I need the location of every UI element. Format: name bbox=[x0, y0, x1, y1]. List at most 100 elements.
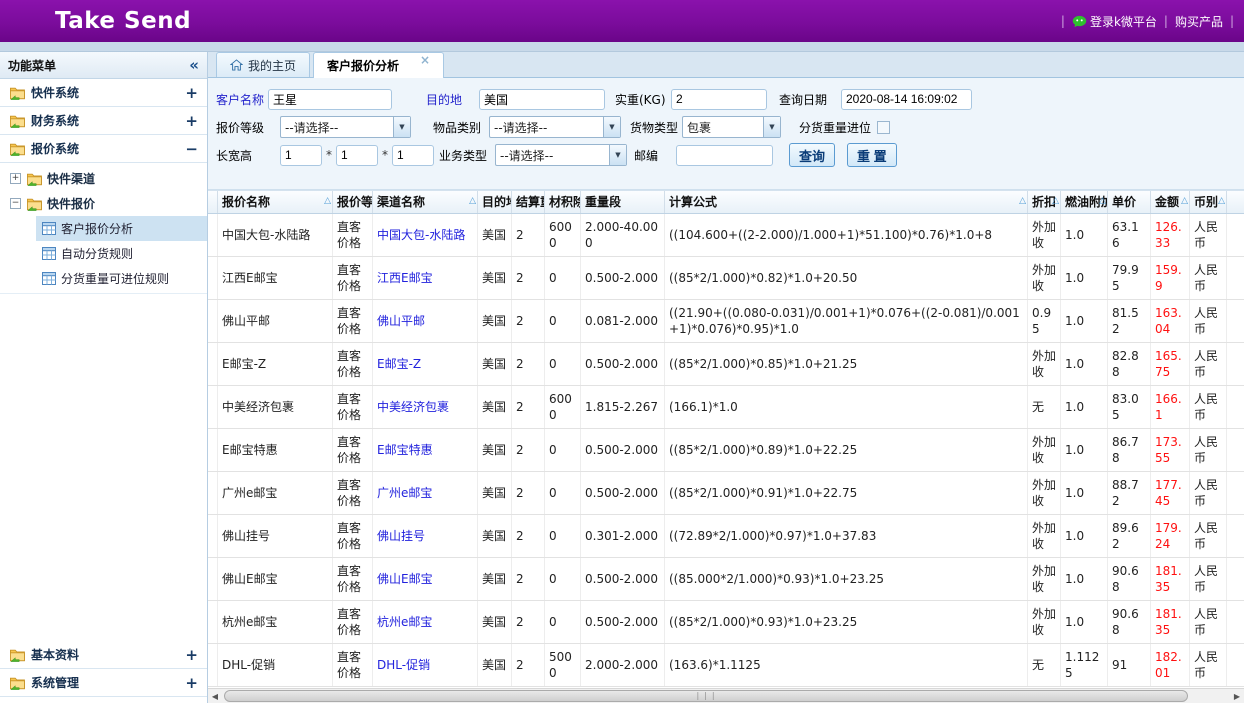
column-header-fuel-surcharge[interactable]: 燃油附加△ bbox=[1061, 191, 1108, 213]
table-row[interactable]: 佛山E邮宝直客价格佛山E邮宝美国200.500-2.000((85.000*2/… bbox=[208, 558, 1244, 601]
cell-channel-name[interactable]: 杭州e邮宝 bbox=[373, 601, 478, 643]
tree-toggle-icon[interactable]: − bbox=[10, 198, 21, 209]
cell-weight-range: 0.500-2.000 bbox=[581, 558, 665, 600]
sidebar-item-express-quote[interactable]: −快件报价 bbox=[0, 191, 207, 216]
cell-channel-name[interactable]: DHL-促销 bbox=[373, 644, 478, 686]
table-row[interactable]: 杭州e邮宝直客价格杭州e邮宝美国200.500-2.000((85*2/1.00… bbox=[208, 601, 1244, 644]
sidebar-section-finance-system[interactable]: 财务系统+ bbox=[0, 107, 207, 135]
sort-arrow-icon[interactable]: △ bbox=[1181, 191, 1188, 213]
cell-channel-name[interactable]: 佛山E邮宝 bbox=[373, 558, 478, 600]
table-row[interactable]: 江西E邮宝直客价格江西E邮宝美国200.500-2.000((85*2/1.00… bbox=[208, 257, 1244, 300]
table-row[interactable]: 佛山挂号直客价格佛山挂号美国200.301-2.000((72.89*2/1.0… bbox=[208, 515, 1244, 558]
chevron-down-icon[interactable]: ▼ bbox=[393, 117, 410, 137]
column-header-unit-price[interactable]: 单价 bbox=[1108, 191, 1151, 213]
actual-weight-input[interactable] bbox=[671, 89, 767, 110]
sidebar-section-express-system[interactable]: 快件系统+ bbox=[0, 79, 207, 107]
column-header-volume-divisor[interactable]: 材积除 bbox=[545, 191, 581, 213]
zip-input[interactable] bbox=[676, 145, 773, 166]
cell-weight-range: 0.500-2.000 bbox=[581, 257, 665, 299]
collapse-sidebar-icon[interactable]: « bbox=[189, 56, 199, 74]
height-input[interactable] bbox=[392, 145, 434, 166]
table-row[interactable]: 中国大包-水陆路直客价格中国大包-水陆路美国260002.000-40.000(… bbox=[208, 214, 1244, 257]
column-header-currency[interactable]: 币别△ bbox=[1190, 191, 1227, 213]
sidebar-item-auto-allocation-rule[interactable]: 自动分货规则 bbox=[36, 241, 207, 266]
chevron-down-icon[interactable]: ▼ bbox=[603, 117, 620, 137]
column-header-discount[interactable]: 折扣△ bbox=[1028, 191, 1061, 213]
column-header-channel-name[interactable]: 渠道名称△ bbox=[373, 191, 478, 213]
column-header-amount[interactable]: 金额△ bbox=[1151, 191, 1190, 213]
sort-arrow-icon[interactable]: △ bbox=[1019, 191, 1026, 213]
sort-arrow-icon[interactable]: △ bbox=[1099, 191, 1106, 213]
reset-button[interactable]: 重 置 bbox=[847, 143, 897, 167]
cargo-type-select[interactable]: 包裹 ▼ bbox=[682, 116, 781, 138]
topbar-link[interactable]: 购买产品 bbox=[1175, 13, 1223, 30]
sort-arrow-icon[interactable]: △ bbox=[469, 191, 476, 213]
sidebar-section-quote-system[interactable]: 报价系统− bbox=[0, 135, 207, 163]
table-row[interactable]: E邮宝-Z直客价格E邮宝-Z美国200.500-2.000((85*2/1.00… bbox=[208, 343, 1244, 386]
cell-destination: 美国 bbox=[478, 214, 512, 256]
sort-arrow-icon[interactable]: △ bbox=[1052, 191, 1059, 213]
expand-toggle-icon[interactable]: + bbox=[185, 646, 198, 664]
column-header-destination[interactable]: 目的地 bbox=[478, 191, 512, 213]
scroll-left-arrow[interactable]: ◀ bbox=[208, 690, 222, 703]
weight-carry-checkbox[interactable] bbox=[877, 121, 890, 134]
destination-input[interactable] bbox=[479, 89, 605, 110]
item-category-select[interactable]: --请选择-- ▼ bbox=[489, 116, 621, 138]
sidebar-item-customer-quote-analysis[interactable]: 客户报价分析 bbox=[36, 216, 207, 241]
expand-toggle-icon[interactable]: + bbox=[185, 84, 198, 102]
customer-name-input[interactable] bbox=[268, 89, 392, 110]
sort-arrow-icon[interactable]: △ bbox=[324, 191, 331, 213]
business-type-select[interactable]: --请选择-- ▼ bbox=[495, 144, 627, 166]
column-header-weight-range[interactable]: 重量段 bbox=[581, 191, 665, 213]
cell-channel-name[interactable]: 中国大包-水陆路 bbox=[373, 214, 478, 256]
cell-quote-name: 佛山挂号 bbox=[218, 515, 333, 557]
query-date-input[interactable] bbox=[841, 89, 972, 110]
sidebar-section-partial-item[interactable]: 客户系统+ bbox=[0, 697, 207, 703]
table-row[interactable]: 中美经济包裹直客价格中美经济包裹美国260001.815-2.267(166.1… bbox=[208, 386, 1244, 429]
chevron-down-icon[interactable]: ▼ bbox=[609, 145, 626, 165]
column-header-formula[interactable]: 计算公式△ bbox=[665, 191, 1028, 213]
topbar-link[interactable]: 登录k微平台 bbox=[1072, 13, 1157, 30]
cell-unit-price: 63.16 bbox=[1108, 214, 1151, 256]
cell-channel-name[interactable]: E邮宝特惠 bbox=[373, 429, 478, 471]
tree-toggle-icon[interactable]: + bbox=[10, 173, 21, 184]
close-icon[interactable]: × bbox=[420, 53, 430, 67]
cell-channel-name[interactable]: 广州e邮宝 bbox=[373, 472, 478, 514]
cell-channel-name[interactable]: E邮宝-Z bbox=[373, 343, 478, 385]
cell-channel-name[interactable]: 佛山平邮 bbox=[373, 300, 478, 342]
cell-quote-grade: 直客价格 bbox=[333, 558, 373, 600]
scrollbar-thumb[interactable]: ❘❘❘ bbox=[224, 690, 1188, 702]
width-input[interactable] bbox=[336, 145, 378, 166]
quote-grade-select[interactable]: --请选择-- ▼ bbox=[280, 116, 411, 138]
quote-table: 报价名称△报价等级渠道名称△目的地结算重量材积除重量段计算公式△折扣△燃油附加△… bbox=[208, 190, 1244, 703]
table-row[interactable]: 广州e邮宝直客价格广州e邮宝美国200.500-2.000((85*2/1.00… bbox=[208, 472, 1244, 515]
table-row[interactable]: 佛山平邮直客价格佛山平邮美国200.081-2.000((21.90+((0.0… bbox=[208, 300, 1244, 343]
expand-toggle-icon[interactable]: + bbox=[185, 674, 198, 692]
length-input[interactable] bbox=[280, 145, 322, 166]
sidebar-section-basic-data[interactable]: 基本资料+ bbox=[0, 641, 207, 669]
sidebar-item-express-channel[interactable]: +快件渠道 bbox=[0, 166, 207, 191]
topbar-divider bbox=[0, 42, 1244, 52]
chevron-down-icon[interactable]: ▼ bbox=[763, 117, 780, 137]
sidebar-section-system-management[interactable]: 系统管理+ bbox=[0, 669, 207, 697]
sidebar-title: 功能菜单 bbox=[8, 57, 56, 74]
horizontal-scrollbar[interactable]: ◀ ❘❘❘ ▶ bbox=[208, 688, 1244, 703]
tab-customer-quote-analysis[interactable]: 客户报价分析× bbox=[313, 52, 444, 78]
cell-channel-name[interactable]: 江西E邮宝 bbox=[373, 257, 478, 299]
search-button[interactable]: 查询 bbox=[789, 143, 835, 167]
column-header-quote-name[interactable]: 报价名称△ bbox=[218, 191, 333, 213]
sort-arrow-icon[interactable]: △ bbox=[1218, 191, 1225, 213]
sidebar-item-allocation-weight-carry-rule[interactable]: 分货重量可进位规则 bbox=[36, 266, 207, 291]
expand-toggle-icon[interactable]: + bbox=[185, 112, 198, 130]
column-header-quote-grade[interactable]: 报价等级 bbox=[333, 191, 373, 213]
table-row[interactable]: E邮宝特惠直客价格E邮宝特惠美国200.500-2.000((85*2/1.00… bbox=[208, 429, 1244, 472]
table-row[interactable]: DHL-促销直客价格DHL-促销美国250002.000-2.000(163.6… bbox=[208, 644, 1244, 687]
expand-toggle-icon[interactable]: − bbox=[185, 140, 198, 158]
cell-quote-grade: 直客价格 bbox=[333, 472, 373, 514]
column-header-settle-weight[interactable]: 结算重量 bbox=[512, 191, 545, 213]
tab-home[interactable]: 我的主页 bbox=[216, 52, 310, 77]
cell-channel-name[interactable]: 中美经济包裹 bbox=[373, 386, 478, 428]
scroll-right-arrow[interactable]: ▶ bbox=[1230, 690, 1244, 703]
cell-channel-name[interactable]: 佛山挂号 bbox=[373, 515, 478, 557]
dimensions-label: 长宽高 bbox=[216, 147, 268, 164]
